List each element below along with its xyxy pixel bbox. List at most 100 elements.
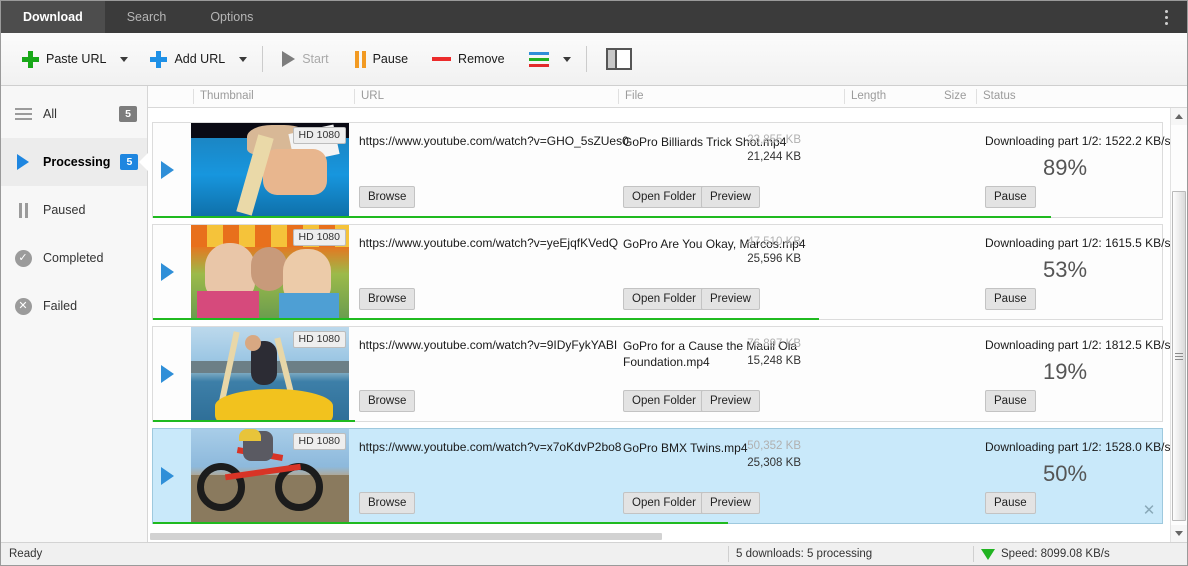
scroll-down-arrow-icon[interactable] — [1171, 525, 1187, 542]
open-folder-button[interactable]: Open Folder — [623, 492, 705, 514]
row-status: Downloading part 1/2: 1615.5 KB/s — [985, 236, 1171, 250]
remove-button[interactable]: Remove — [423, 46, 514, 72]
horizontal-scrollbar-thumb[interactable] — [150, 533, 662, 540]
column-header-thumbnail[interactable]: Thumbnail — [193, 89, 254, 104]
download-list-panel: Thumbnail URL File Length Size Status HD… — [148, 86, 1187, 542]
row-pause-button[interactable]: Pause — [985, 186, 1036, 208]
row-size-total: 47,510 KB — [747, 236, 801, 248]
row-pause-button[interactable]: Pause — [985, 288, 1036, 310]
sidebar-item-all-label: All — [43, 107, 57, 121]
split-panel-button[interactable] — [597, 42, 641, 76]
table-row[interactable]: HD 1080 https://www.youtube.com/watch?v=… — [152, 122, 1170, 218]
vertical-scrollbar-thumb[interactable] — [1172, 191, 1186, 521]
add-url-dropdown[interactable] — [234, 46, 252, 72]
thumbnail[interactable]: HD 1080 — [191, 327, 349, 421]
status-counts: 5 downloads: 5 processing — [736, 548, 873, 560]
add-url-label: Add URL — [174, 52, 226, 66]
tab-options[interactable]: Options — [188, 1, 275, 33]
row-play-icon[interactable] — [161, 467, 174, 485]
paste-url-button[interactable]: Paste URL — [13, 45, 115, 74]
tab-download-label: Download — [23, 10, 83, 24]
paste-url-dropdown[interactable] — [115, 46, 133, 72]
kebab-menu-icon[interactable] — [1153, 1, 1179, 33]
row-play-icon[interactable] — [161, 263, 174, 281]
sidebar-item-paused[interactable]: Paused — [1, 186, 147, 234]
row-percent: 50% — [1043, 461, 1088, 486]
row-pause-button[interactable]: Pause — [985, 492, 1036, 514]
column-header-length[interactable]: Length — [844, 89, 886, 104]
progress-bar — [153, 318, 819, 320]
close-icon[interactable]: ✕ — [1138, 499, 1160, 521]
sidebar-item-completed[interactable]: ✓ Completed — [1, 234, 147, 282]
row-size-current: 25,308 KB — [747, 457, 801, 469]
sidebar-item-processing-label: Processing — [43, 155, 111, 169]
preview-button[interactable]: Preview — [701, 288, 760, 310]
preview-button[interactable]: Preview — [701, 186, 760, 208]
row-percent: 53% — [1043, 257, 1088, 282]
scroll-up-arrow-icon[interactable] — [1171, 108, 1187, 125]
open-folder-button[interactable]: Open Folder — [623, 390, 705, 412]
row-size-current: 25,596 KB — [747, 253, 801, 265]
toolbar-divider-2 — [585, 46, 587, 72]
row-play-icon[interactable] — [161, 161, 174, 179]
sidebar-item-failed-label: Failed — [43, 299, 78, 313]
vertical-scrollbar[interactable] — [1170, 108, 1187, 542]
quality-badge: HD 1080 — [292, 433, 346, 450]
thumbnail[interactable]: HD 1080 — [191, 123, 349, 217]
status-speed-group: Speed: 8099.08 KB/s — [981, 548, 1110, 560]
browse-button[interactable]: Browse — [359, 288, 416, 310]
column-header-url[interactable]: URL — [354, 89, 384, 104]
thumbnail[interactable]: HD 1080 — [191, 225, 349, 319]
vertical-scrollbar-track[interactable] — [1171, 125, 1187, 525]
row-status: Downloading part 1/2: 1528.0 KB/s — [985, 440, 1171, 454]
quality-badge: HD 1080 — [292, 229, 346, 246]
table-row[interactable]: HD 1080 https://www.youtube.com/watch?v=… — [152, 326, 1170, 422]
progress-bar — [153, 522, 729, 524]
statusbar: Ready 5 downloads: 5 processing Speed: 8… — [1, 542, 1187, 565]
status-speed: Speed: 8099.08 KB/s — [1001, 548, 1110, 560]
application-window: Download Search Options Paste URL Add UR… — [0, 0, 1188, 566]
priority-button[interactable] — [520, 46, 558, 73]
table-row[interactable]: HD 1080 https://www.youtube.com/watch?v=… — [152, 224, 1170, 320]
row-size-current: 21,244 KB — [747, 151, 801, 163]
start-label: Start — [302, 52, 329, 66]
column-header-size[interactable]: Size — [938, 89, 966, 104]
titlebar: Download Search Options — [1, 1, 1187, 33]
pause-icon — [13, 202, 33, 218]
open-folder-button[interactable]: Open Folder — [623, 186, 705, 208]
row-pause-button[interactable]: Pause — [985, 390, 1036, 412]
browse-button[interactable]: Browse — [359, 390, 416, 412]
browse-button[interactable]: Browse — [359, 186, 416, 208]
start-button[interactable]: Start — [273, 45, 337, 73]
row-play-icon[interactable] — [161, 365, 174, 383]
down-arrow-icon — [981, 548, 995, 560]
priority-dropdown[interactable] — [558, 46, 576, 72]
row-status: Downloading part 1/2: 1522.2 KB/s — [985, 134, 1171, 148]
column-header-file[interactable]: File — [618, 89, 644, 104]
browse-button[interactable]: Browse — [359, 492, 416, 514]
preview-button[interactable]: Preview — [701, 492, 760, 514]
open-folder-button[interactable]: Open Folder — [623, 288, 705, 310]
table-row[interactable]: HD 1080 https://www.youtube.com/watch?v=… — [152, 428, 1170, 524]
sidebar-item-all[interactable]: All 5 — [1, 90, 147, 138]
sidebar-item-processing[interactable]: Processing 5 — [1, 138, 147, 186]
sidebar-item-processing-badge: 5 — [120, 154, 139, 170]
tab-search[interactable]: Search — [105, 1, 189, 33]
column-header-status[interactable]: Status — [976, 89, 1016, 104]
tab-download[interactable]: Download — [1, 1, 105, 33]
row-percent: 19% — [1043, 359, 1088, 384]
row-url: https://www.youtube.com/watch?v=yeEjqfKV… — [359, 236, 619, 250]
split-panel-icon — [605, 48, 632, 70]
horizontal-scrollbar[interactable] — [148, 532, 1170, 542]
sidebar-item-completed-label: Completed — [43, 251, 104, 265]
thumbnail[interactable]: HD 1080 — [191, 429, 349, 523]
table-column-headers: Thumbnail URL File Length Size Status — [148, 86, 1187, 108]
preview-button[interactable]: Preview — [701, 390, 760, 412]
sidebar-item-failed[interactable]: ✕ Failed — [1, 282, 147, 330]
add-url-button[interactable]: Add URL — [141, 45, 234, 74]
pause-button[interactable]: Pause — [346, 45, 417, 74]
quality-badge: HD 1080 — [292, 331, 346, 348]
sidebar-item-paused-label: Paused — [43, 203, 86, 217]
x-circle-icon: ✕ — [13, 297, 33, 315]
row-size-total: 23,855 KB — [747, 134, 801, 146]
